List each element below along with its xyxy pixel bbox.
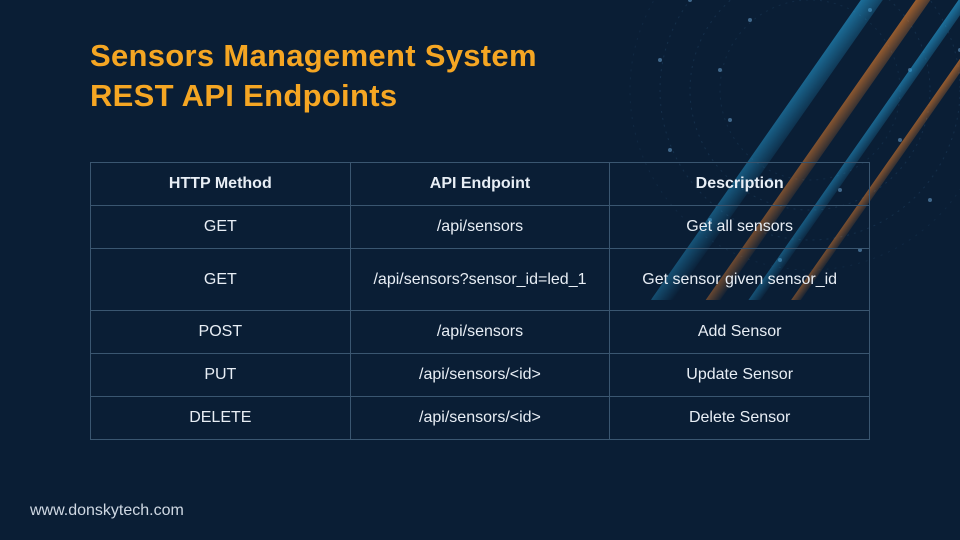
table-row: GET /api/sensors Get all sensors <box>91 206 870 249</box>
table-row: PUT /api/sensors/<id> Update Sensor <box>91 354 870 397</box>
cell-method: POST <box>91 311 351 354</box>
cell-endpoint: /api/sensors/<id> <box>350 354 610 397</box>
col-api-endpoint: API Endpoint <box>350 163 610 206</box>
cell-method: GET <box>91 206 351 249</box>
cell-description: Delete Sensor <box>610 397 870 440</box>
cell-endpoint: /api/sensors/<id> <box>350 397 610 440</box>
cell-description: Add Sensor <box>610 311 870 354</box>
title-line-1: Sensors Management System <box>90 38 537 73</box>
col-description: Description <box>610 163 870 206</box>
page-title: Sensors Management System REST API Endpo… <box>90 36 537 117</box>
col-http-method: HTTP Method <box>91 163 351 206</box>
title-line-2: REST API Endpoints <box>90 78 397 113</box>
footer-credit: www.donskytech.com <box>30 502 184 520</box>
cell-method: GET <box>91 249 351 311</box>
cell-method: PUT <box>91 354 351 397</box>
cell-endpoint: /api/sensors <box>350 206 610 249</box>
table-row: GET /api/sensors?sensor_id=led_1 Get sen… <box>91 249 870 311</box>
table-row: POST /api/sensors Add Sensor <box>91 311 870 354</box>
cell-method: DELETE <box>91 397 351 440</box>
cell-description: Get all sensors <box>610 206 870 249</box>
api-endpoints-table: HTTP Method API Endpoint Description GET… <box>90 162 870 440</box>
table-header-row: HTTP Method API Endpoint Description <box>91 163 870 206</box>
cell-description: Get sensor given sensor_id <box>610 249 870 311</box>
table-row: DELETE /api/sensors/<id> Delete Sensor <box>91 397 870 440</box>
cell-description: Update Sensor <box>610 354 870 397</box>
cell-endpoint: /api/sensors?sensor_id=led_1 <box>350 249 610 311</box>
cell-endpoint: /api/sensors <box>350 311 610 354</box>
